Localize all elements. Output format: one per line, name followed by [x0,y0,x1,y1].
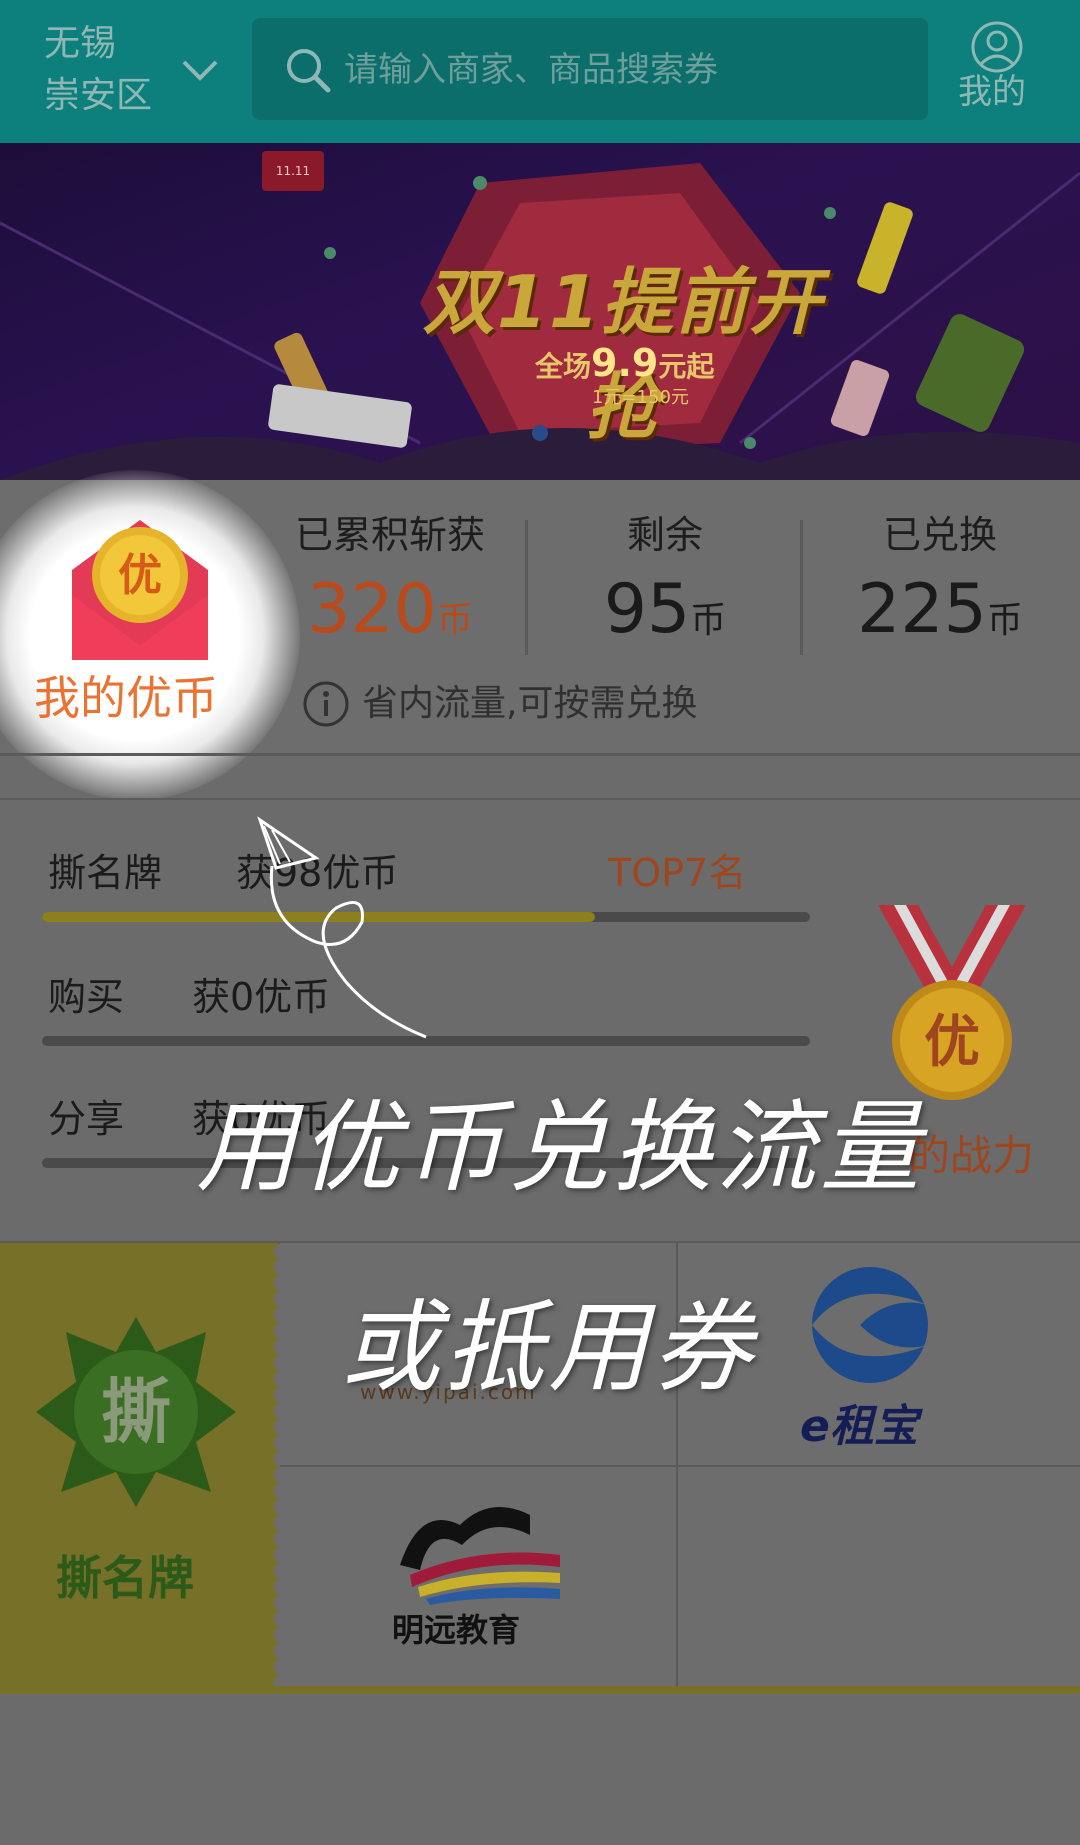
stat-earned-value: 320币 [307,570,473,649]
stat-earned-title: 已累积斩获 [294,513,485,557]
mingyuan-logo-text: 明远教育 [392,1611,521,1649]
ezubao-logo [812,1267,928,1383]
bottom-rule [0,1686,1080,1694]
chevron-down-icon[interactable] [178,48,222,92]
info-text: 省内流量,可按需兑换 [362,683,698,724]
tear-name-label[interactable]: 撕名牌 [56,1550,194,1606]
overlay-caption-line2: 或抵用券 [340,1289,756,1406]
footer-area [0,1694,1080,1845]
ezubao-logo-text: e租宝 [800,1401,918,1452]
stat-redeemed: 已兑换 225币 [830,510,1050,661]
search-icon [287,49,331,93]
tear-badge-icon: 撕 [36,1317,236,1507]
stat-remaining-title: 剩余 [626,513,703,557]
promo-banner[interactable]: 11.11 双11提前开抢 全场9.9元起 1元=150元 [0,143,1080,480]
task-label-share[interactable]: 分享 [48,1094,124,1144]
ticket-edge [264,1243,280,1686]
arrow-annotation-icon [257,816,427,1039]
banner-subtitle: 全场9.9元起 [535,341,715,385]
red-envelope-icon[interactable]: 优 [60,510,220,665]
profile-label[interactable]: 我的 [958,66,1026,118]
district-name: 崇安区 [44,75,153,116]
search-placeholder: 请输入商家、商品搜索券 [344,50,718,90]
rank-text: TOP7名 [608,851,747,895]
stat-remaining: 剩余 95币 [555,510,775,661]
stat-redeemed-title: 已兑换 [882,513,997,557]
envelope-char: 优 [118,550,162,601]
power-label[interactable]: 的战力 [908,1130,1034,1182]
grid-divider [280,1465,1080,1467]
my-coins-label[interactable]: 我的优币 [34,670,218,726]
task-label-tear[interactable]: 撕名牌 [48,848,162,898]
section-divider [0,753,1080,756]
stat-earned: 已累积斩获 320币 [280,510,500,661]
task-label-buy[interactable]: 购买 [48,972,124,1022]
overlay-caption-line1: 用优币兑换流量 [196,1089,924,1206]
city-selector[interactable]: 无锡 崇安区 [44,18,152,122]
mingyuan-logo [400,1507,560,1605]
info-icon[interactable] [302,680,350,728]
medal-char: 优 [924,1010,980,1075]
search-input[interactable]: 请输入商家、商品搜索券 [252,18,928,120]
top-header: 无锡 崇安区 请输入商家、商品搜索券 我的 [0,0,1080,143]
banner-rate: 1元=150元 [592,387,689,408]
tear-char: 撕 [101,1371,171,1453]
partner-card-empty [678,1467,1080,1686]
divider [525,520,528,655]
city-name: 无锡 [44,23,117,64]
stat-redeemed-value: 225币 [857,570,1023,649]
divider [800,520,803,655]
stat-remaining-value: 95币 [603,570,727,649]
medal-icon[interactable]: 优 [872,905,1032,1105]
banner-tag: 11.11 [262,151,324,191]
